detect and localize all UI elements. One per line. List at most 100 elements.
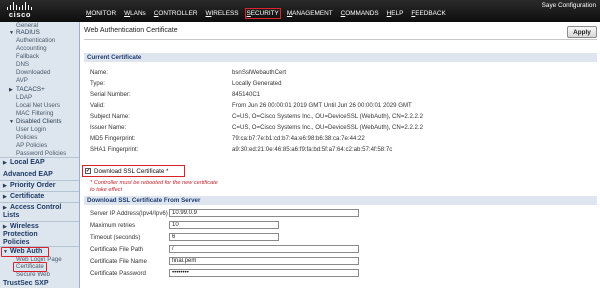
sidebar-item-disabled-clients[interactable]: ▼ Disabled Clients bbox=[9, 118, 62, 126]
sidebar-divider bbox=[0, 246, 79, 247]
cisco-logo-text: cisco bbox=[8, 10, 32, 19]
sidebar-item-label: Certificate bbox=[16, 263, 44, 270]
sidebar-item-label: AVP bbox=[16, 77, 28, 84]
save-configuration-link[interactable]: Saye Configuration bbox=[542, 2, 596, 9]
reboot-note-line2: to take effect bbox=[90, 186, 123, 193]
caret-right-icon[interactable]: ▶ bbox=[3, 159, 10, 167]
sidebar-item-ap-policies[interactable]: AP Policies bbox=[16, 142, 47, 150]
caret-down-icon[interactable]: ▼ bbox=[9, 118, 16, 126]
top-navigation-bar: cisco MONITOR WLANs CONTROLLER WIRELESS SECU… bbox=[0, 0, 600, 22]
download-from-server-section-header: Download SSL Certificate From Server bbox=[84, 196, 597, 205]
sidebar-item-downloaded[interactable]: Downloaded bbox=[16, 69, 50, 77]
sidebar-item-label: TrustSec SXP bbox=[3, 280, 49, 287]
certificate-field-value: 845140C1 bbox=[232, 91, 261, 98]
sidebar-item-label: Local EAP bbox=[10, 159, 45, 166]
sidebar-item-label: LDAP bbox=[16, 94, 33, 101]
sidebar-item-label: Secure Web bbox=[16, 271, 50, 278]
sidebar-item-label: Downloaded bbox=[16, 69, 51, 76]
server-ip-input[interactable] bbox=[169, 209, 359, 217]
download-ssl-certificate-checkbox[interactable]: ✔ bbox=[85, 168, 91, 174]
sidebar-item-web-auth[interactable]: ▼ Web Auth bbox=[3, 248, 42, 256]
sidebar-item-mac-filtering[interactable]: MAC Filtering bbox=[16, 110, 53, 118]
nav-controller[interactable]: CONTROLLER bbox=[154, 10, 198, 17]
caret-right-icon[interactable]: ▶ bbox=[3, 204, 10, 212]
sidebar-item-label: General bbox=[16, 22, 39, 29]
caret-down-icon[interactable]: ▼ bbox=[3, 248, 10, 256]
sidebar-item-secure-web[interactable]: Secure Web bbox=[16, 271, 50, 279]
sidebar-item-lists[interactable]: Lists bbox=[3, 212, 19, 220]
nav-monitor[interactable]: MONITOR bbox=[86, 10, 116, 17]
certificate-field-value: a9:30:ed:21:0e:46:85:a6:f9:fa:bd:5f:a7:6… bbox=[232, 146, 393, 153]
sidebar-item-label: Web Auth bbox=[10, 248, 43, 255]
caret-right-icon[interactable]: ▶ bbox=[3, 182, 10, 190]
nav-feedback[interactable]: FEEDBACK bbox=[411, 10, 445, 17]
nav-commands[interactable]: COMMANDS bbox=[341, 10, 379, 17]
download-ssl-certificate-option[interactable]: ✔ Download SSL Certificate * bbox=[82, 165, 185, 177]
sidebar-item-accounting[interactable]: Accounting bbox=[16, 45, 47, 53]
sidebar-item-label: RADIUS bbox=[16, 29, 40, 36]
sidebar-item-authentication[interactable]: Authentication bbox=[16, 37, 55, 45]
download-ssl-certificate-label: Download SSL Certificate * bbox=[94, 167, 169, 175]
sidebar-item-protection[interactable]: Protection bbox=[3, 231, 38, 239]
nav-management[interactable]: MANAGEMENT bbox=[287, 10, 333, 17]
caret-right-icon[interactable]: ▶ bbox=[3, 223, 10, 231]
sidebar-item-policies[interactable]: Policies bbox=[16, 134, 37, 142]
certificate-field-value: C=US, O=Cisco Systems Inc., OU=DeviceSSL… bbox=[232, 124, 424, 131]
sidebar-item-user-login[interactable]: User Login bbox=[16, 126, 46, 134]
sidebar-item-label: Policies bbox=[16, 134, 38, 141]
caret-right-icon[interactable]: ▶ bbox=[3, 193, 10, 201]
sidebar-item-advanced-eap[interactable]: Advanced EAP bbox=[3, 171, 53, 179]
page-title: Web Authentication Certificate bbox=[84, 27, 178, 34]
sidebar-divider bbox=[0, 202, 79, 203]
sidebar-item-radius[interactable]: ▼ RADIUS bbox=[9, 29, 40, 37]
cisco-logo-bars bbox=[7, 2, 33, 10]
sidebar-item-priority-order[interactable]: ▶ Priority Order bbox=[3, 182, 56, 190]
sidebar-item-label: DNS bbox=[16, 61, 30, 68]
certificate-field-label: SHA1 Fingerprint: bbox=[90, 146, 139, 153]
sidebar-item-ldap[interactable]: LDAP bbox=[16, 94, 32, 102]
timeout-input[interactable] bbox=[169, 233, 279, 241]
sidebar-item-avp[interactable]: AVP bbox=[16, 77, 28, 85]
sidebar-item-label: User Login bbox=[16, 126, 46, 133]
max-retries-input[interactable] bbox=[169, 221, 279, 229]
nav-label-rest: LANs bbox=[130, 10, 146, 17]
sidebar-item-label: Priority Order bbox=[10, 182, 56, 189]
sidebar-item-access-control[interactable]: ▶ Access Control bbox=[3, 204, 61, 212]
sidebar-item-tacacs[interactable]: ▶ TACACS+ bbox=[9, 86, 45, 94]
nav-wireless[interactable]: WIRELESS bbox=[205, 10, 238, 17]
certificate-field-label: Serial Number: bbox=[90, 91, 131, 98]
sidebar-item-label: Policies bbox=[3, 239, 30, 246]
form-label: Certificate File Path bbox=[90, 246, 144, 253]
certificate-field-label: MD5 Fingerprint: bbox=[90, 135, 136, 142]
sidebar-item-fallback[interactable]: Fallback bbox=[16, 53, 39, 61]
sidebar-item-wireless[interactable]: ▶ Wireless bbox=[3, 223, 39, 231]
caret-down-icon[interactable]: ▼ bbox=[9, 29, 16, 37]
nav-wlans[interactable]: WLANs bbox=[124, 10, 146, 17]
sidebar-divider bbox=[0, 180, 79, 181]
certificate-password-input[interactable] bbox=[169, 269, 359, 277]
logo-bar bbox=[13, 2, 15, 10]
caret-right-icon[interactable]: ▶ bbox=[9, 86, 16, 94]
sidebar-item-label: Wireless bbox=[10, 223, 39, 230]
apply-button[interactable]: Apply bbox=[567, 26, 597, 38]
sidebar-item-label: TACACS+ bbox=[16, 86, 45, 93]
cisco-logo: cisco bbox=[3, 2, 37, 20]
file-name-input[interactable] bbox=[169, 257, 359, 265]
certificate-field-label: Type: bbox=[90, 80, 105, 87]
sidebar-item-label: Disabled Clients bbox=[16, 118, 62, 125]
file-path-input[interactable] bbox=[169, 245, 359, 253]
nav-help[interactable]: HELP bbox=[387, 10, 404, 17]
nav-security[interactable]: SECURITY bbox=[244, 8, 281, 19]
sidebar-item-label: Advanced EAP bbox=[3, 171, 53, 178]
sidebar-item-dns[interactable]: DNS bbox=[16, 61, 29, 69]
sidebar-item-label: Web Login Page bbox=[16, 256, 62, 263]
sidebar-item-local-eap[interactable]: ▶ Local EAP bbox=[3, 159, 45, 167]
sidebar-item-local-net-users[interactable]: Local Net Users bbox=[16, 102, 60, 110]
sidebar-divider bbox=[0, 157, 79, 158]
sidebar-item-certificate[interactable]: ▶ Certificate bbox=[3, 193, 44, 201]
certificate-field-value: 79:ca:b7:7e:b1:cd:b7:4a:e6:98:b6:38:ca:7… bbox=[232, 135, 365, 142]
sidebar-item-trustsec-sxp[interactable]: TrustSec SXP bbox=[3, 280, 49, 288]
sidebar-item-certificate[interactable]: Certificate bbox=[16, 263, 44, 271]
nav-label-rest: ONTROLLER bbox=[158, 10, 198, 17]
sidebar-item-label: Password Policies bbox=[16, 150, 67, 157]
